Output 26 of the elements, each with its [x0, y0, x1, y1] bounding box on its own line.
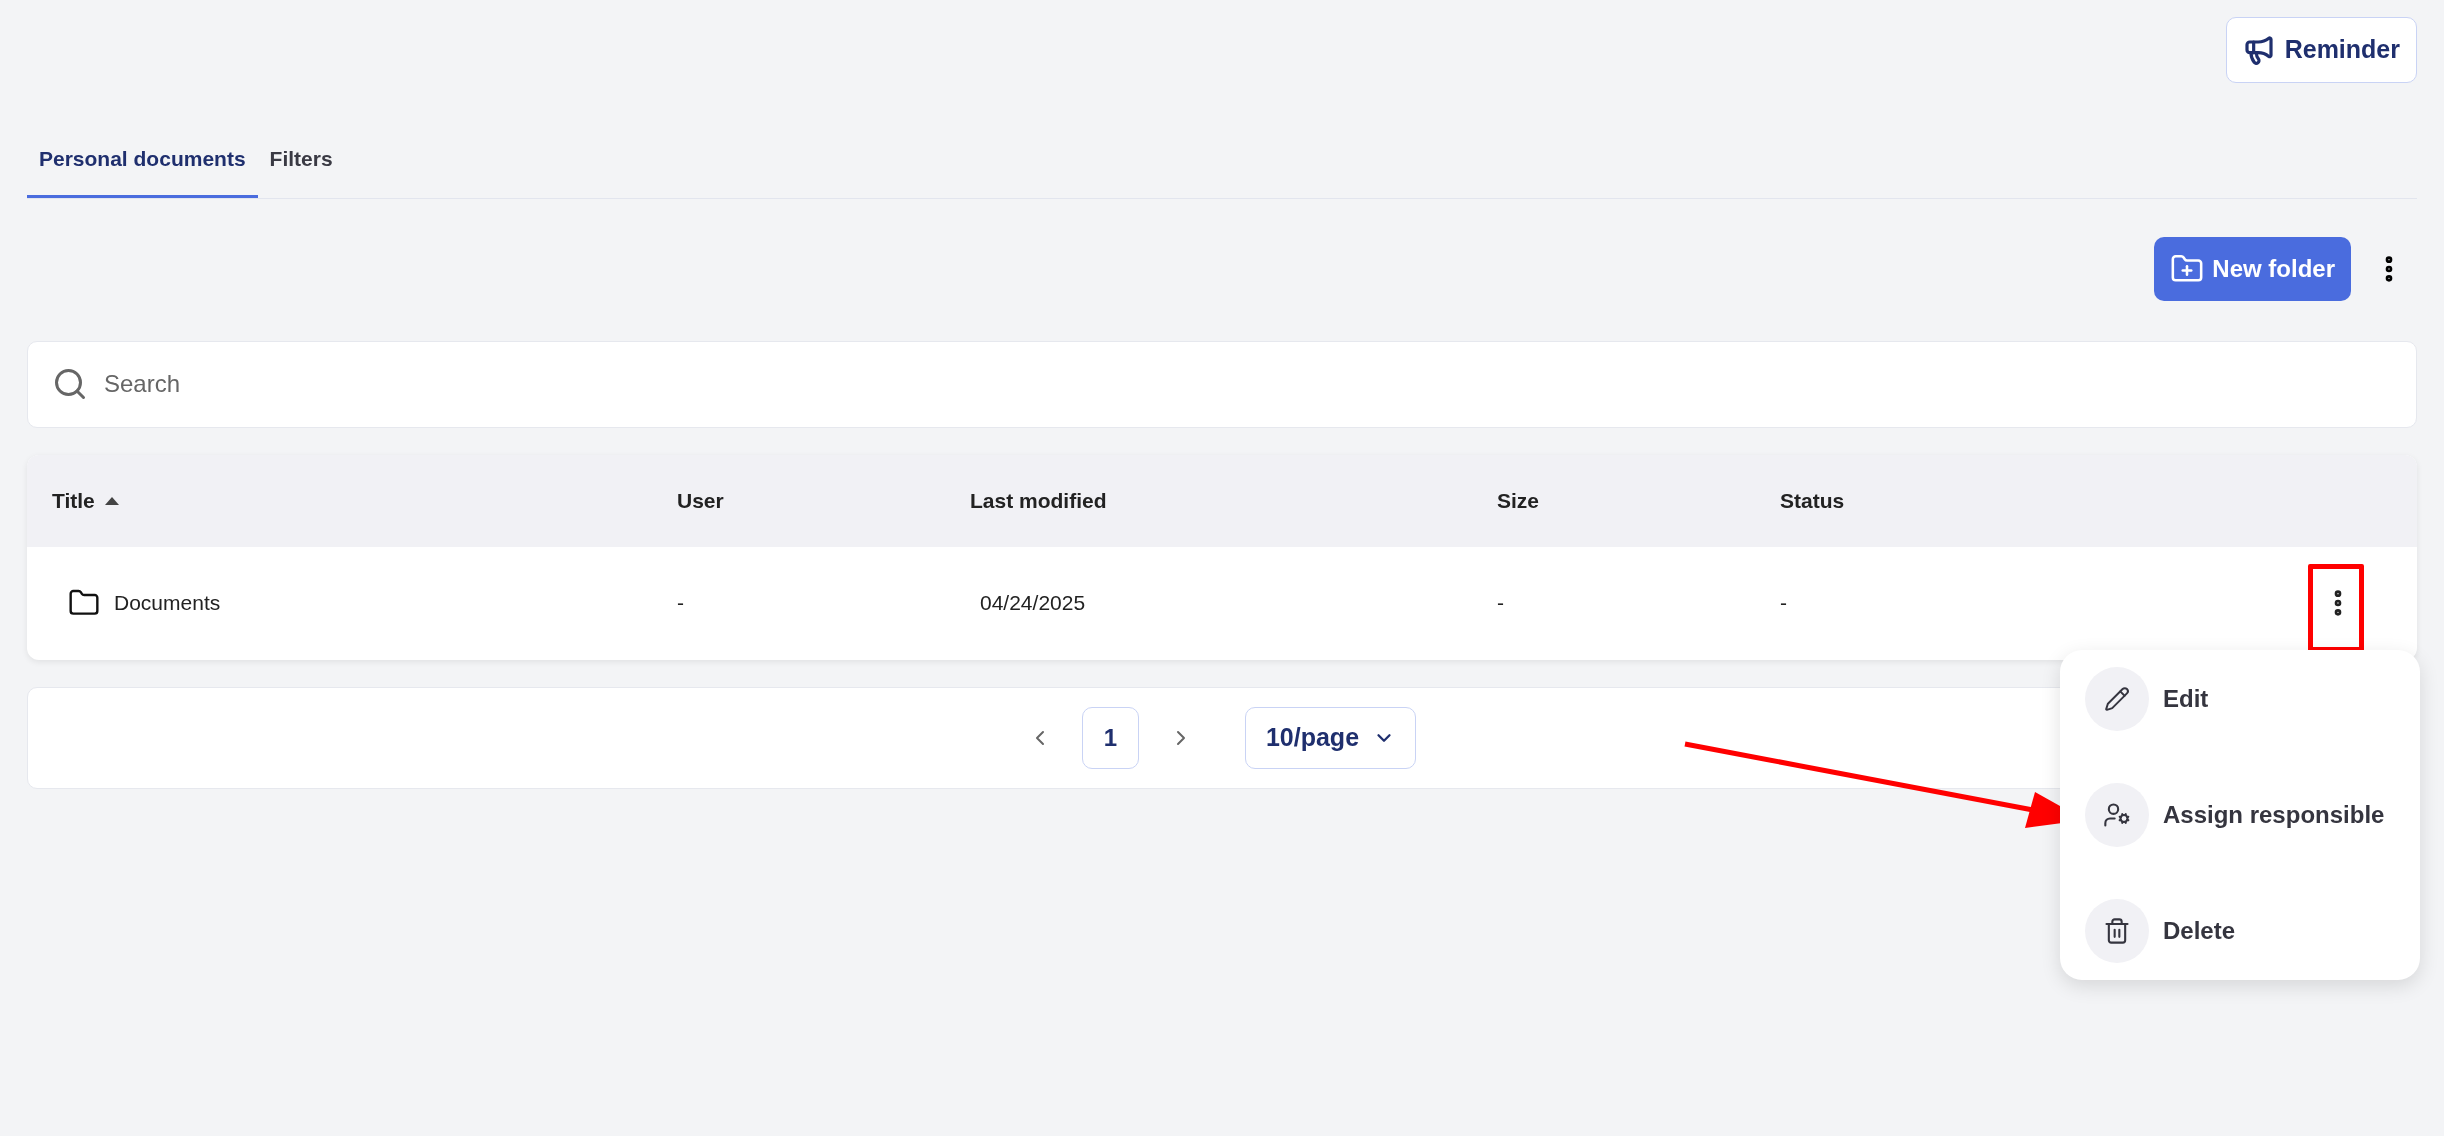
menu-item[interactable]: Assign responsible [2085, 783, 2395, 847]
new-folder-button[interactable]: New folder [2154, 236, 2351, 301]
table-cell-text: - [1780, 590, 1787, 617]
pencil-icon [2104, 686, 2130, 712]
table-cell-text: - [1497, 590, 1504, 617]
reminder-button[interactable]: Reminder [2225, 17, 2417, 83]
search-field[interactable]: Search [27, 340, 2417, 428]
page-size-dropdown[interactable]: 10/page [1244, 706, 1417, 769]
table-cell-text: Documents [114, 590, 221, 617]
column-header[interactable]: Status [1780, 484, 1845, 517]
column-header[interactable]: User [677, 484, 724, 517]
table-cell-text: 04/24/2025 [980, 590, 1086, 617]
search-icon [52, 366, 88, 402]
column-header[interactable]: Last modified [970, 484, 1107, 517]
tab[interactable]: Filters [257, 139, 345, 198]
table-cell-text: - [677, 590, 684, 617]
search-input[interactable]: Search [104, 366, 2392, 402]
menu-item[interactable]: Delete [2085, 899, 2395, 963]
menu-item[interactable]: Edit [2085, 667, 2395, 731]
trash-icon [2103, 917, 2131, 945]
megaphone-icon [2242, 34, 2275, 66]
column-header[interactable]: Size [1497, 484, 1540, 517]
page-button[interactable]: 1 [1081, 706, 1139, 769]
tab[interactable]: Personal documents [27, 139, 258, 198]
user-gear-icon [2103, 801, 2131, 829]
column-header[interactable]: Title [52, 484, 95, 517]
